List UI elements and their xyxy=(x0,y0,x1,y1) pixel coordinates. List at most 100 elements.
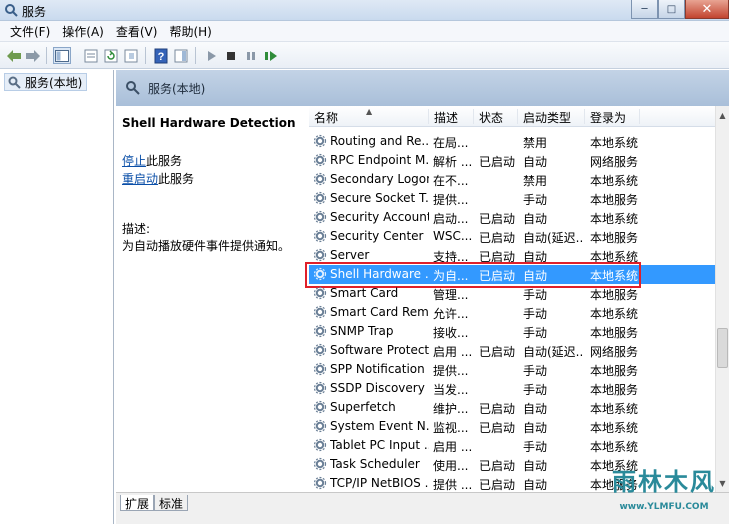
services-icon xyxy=(5,4,18,17)
stop-action: 停止此服务 xyxy=(122,152,182,169)
service-logon-cell: 本地系统 xyxy=(590,307,639,321)
column-description[interactable]: 描述 xyxy=(429,109,474,125)
service-startup-cell: 手动 xyxy=(523,307,548,321)
table-row[interactable]: Software Protect... 启用 ... 已启动自动(延迟... 网络服务 xyxy=(309,341,715,360)
table-row[interactable]: Tablet PC Input ... 启用 ... 手动 本地系统 xyxy=(309,436,715,455)
back-arrow-icon xyxy=(7,49,21,62)
service-logon-cell: 本地系统 xyxy=(590,212,639,226)
export-list-button[interactable] xyxy=(122,47,140,64)
tab-standard[interactable]: 标准 xyxy=(154,495,189,511)
column-logon-as[interactable]: 登录为 xyxy=(585,109,640,125)
service-name-cell: Task Scheduler xyxy=(330,457,420,471)
menu-action[interactable]: 操作(A) xyxy=(56,23,110,40)
service-startup-cell: 手动 xyxy=(523,364,548,378)
table-row[interactable]: SSDP Discovery 当发... 手动 本地服务 xyxy=(309,379,715,398)
service-logon-cell: 本地服务 xyxy=(590,193,639,207)
table-row[interactable]: System Event N... 监视... 已启动 自动 本地系统 xyxy=(309,417,715,436)
service-gear-icon xyxy=(313,419,327,433)
properties-icon xyxy=(84,49,98,62)
service-gear-icon xyxy=(313,248,327,262)
back-button[interactable] xyxy=(5,47,23,64)
restart-icon xyxy=(265,50,277,61)
service-name-cell: SNMP Trap xyxy=(330,324,394,338)
selected-service-name: Shell Hardware Detection xyxy=(122,116,296,130)
column-label: 登录为 xyxy=(590,111,627,125)
service-logon-cell: 本地系统 xyxy=(590,440,639,454)
menu-file[interactable]: 文件(F) xyxy=(4,23,56,40)
table-row[interactable]: SNMP Trap 接收... 手动 本地服务 xyxy=(309,322,715,341)
column-name[interactable]: ▲ 名称 xyxy=(309,107,429,125)
service-logon-cell: 本地系统 xyxy=(590,174,639,188)
column-label: 描述 xyxy=(434,111,459,125)
refresh-button[interactable] xyxy=(102,47,120,64)
table-row[interactable]: Shell Hardware ... 为自... 已启动 自动 本地系统 xyxy=(305,262,715,288)
console-tree-icon xyxy=(55,49,69,62)
close-button[interactable]: ✕ xyxy=(685,0,729,19)
service-name-cell: Superfetch xyxy=(330,400,396,414)
show-hide-tree-button[interactable] xyxy=(53,47,71,64)
service-name-cell: System Event N... xyxy=(330,419,429,433)
stop-icon xyxy=(227,51,235,60)
service-name-cell: Security Center xyxy=(330,229,424,243)
svg-text:?: ? xyxy=(158,51,165,63)
maximize-button[interactable]: □ xyxy=(658,0,685,19)
table-row[interactable]: Secondary Logon 在不... 禁用 本地系统 xyxy=(309,170,715,189)
restart-service-button[interactable] xyxy=(262,47,280,64)
service-name-cell: SPP Notification ... xyxy=(330,362,429,376)
table-row[interactable]: Smart Card Rem... 允许... 手动 本地系统 xyxy=(309,303,715,322)
service-startup-cell: 自动 xyxy=(523,402,548,416)
service-description-cell: 启用 ... xyxy=(433,440,473,454)
column-status[interactable]: 状态 xyxy=(474,109,518,125)
tab-extended[interactable]: 扩展 xyxy=(120,495,155,511)
service-startup-cell: 禁用 xyxy=(523,136,548,150)
service-startup-cell: 禁用 xyxy=(523,174,548,188)
service-startup-cell: 手动 xyxy=(523,288,548,302)
service-status-cell: 已启动 xyxy=(479,459,516,473)
service-startup-cell: 手动 xyxy=(523,193,548,207)
service-name-cell: Routing and Re... xyxy=(330,134,429,148)
toolbar-separator xyxy=(195,47,196,64)
stop-service-button[interactable] xyxy=(222,47,240,64)
column-label: 名称 xyxy=(314,111,339,125)
help-button[interactable]: ? xyxy=(152,47,170,64)
window-title: 服务 xyxy=(22,5,47,19)
minimize-icon: ─ xyxy=(641,3,648,15)
action-pane-button[interactable] xyxy=(172,47,190,64)
service-gear-icon xyxy=(313,362,327,376)
properties-button[interactable] xyxy=(82,47,100,64)
service-description-cell: 允许... xyxy=(433,307,469,321)
service-startup-cell: 手动 xyxy=(523,326,548,340)
table-row[interactable]: RPC Endpoint M... 解析 ... 已启动 自动 网络服务 xyxy=(309,151,715,170)
service-startup-cell: 自动 xyxy=(523,421,548,435)
vertical-scrollbar[interactable]: ▲ ▼ xyxy=(715,106,729,492)
table-row[interactable]: Security Account... 启动... 已启动自动 本地系统 xyxy=(309,208,715,227)
table-row[interactable]: SPP Notification ... 提供... 手动 本地服务 xyxy=(309,360,715,379)
scrollbar-thumb[interactable] xyxy=(717,328,728,368)
table-row[interactable]: Security Center WSC... 已启动 自动(延迟... 本地服务 xyxy=(309,227,715,246)
column-startup-type[interactable]: 启动类型 xyxy=(518,109,585,125)
watermark-logo: 雨林木风 www.YLMFU.COM xyxy=(605,458,723,518)
start-service-button[interactable] xyxy=(202,47,220,64)
service-name-cell: Security Account... xyxy=(330,210,429,224)
service-gear-icon xyxy=(313,457,327,471)
export-list-icon xyxy=(124,49,138,62)
restart-service-link[interactable]: 重启动 xyxy=(122,172,158,186)
table-row[interactable]: Superfetch 维护... 已启动 自动 本地系统 xyxy=(309,398,715,417)
service-name-cell: Smart Card xyxy=(330,286,399,300)
stop-service-link[interactable]: 停止 xyxy=(122,154,146,168)
tree-item-services-local[interactable]: 服务(本地) xyxy=(4,73,88,91)
table-row[interactable]: Smart Card 管理... 手动 本地服务 xyxy=(309,284,715,303)
scroll-up-icon[interactable]: ▲ xyxy=(716,108,729,122)
minimize-button[interactable]: ─ xyxy=(631,0,658,19)
pause-service-button[interactable] xyxy=(242,47,260,64)
table-row[interactable]: Secure Socket T... 提供... 手动 本地服务 xyxy=(309,189,715,208)
gear-icon xyxy=(126,81,140,95)
table-row[interactable]: Routing and Re... 在局... 禁用 本地系统 xyxy=(309,132,715,151)
service-gear-icon xyxy=(313,476,327,490)
menu-help[interactable]: 帮助(H) xyxy=(163,23,217,40)
menu-view[interactable]: 查看(V) xyxy=(110,23,164,40)
service-startup-cell: 自动(延迟... xyxy=(523,345,583,359)
title-bar: 服务 ─ □ ✕ xyxy=(0,0,729,21)
forward-button[interactable] xyxy=(24,47,42,64)
service-description-cell: 在不... xyxy=(433,174,469,188)
